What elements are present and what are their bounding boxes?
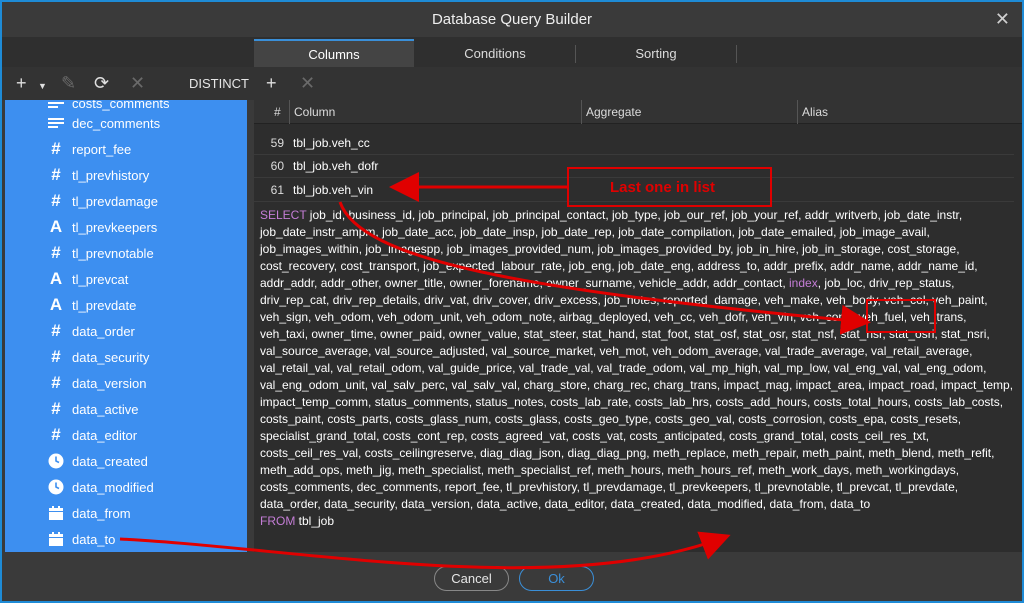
add-column-icon[interactable]: +	[266, 73, 277, 93]
window-title: Database Query Builder	[431, 11, 593, 28]
col-header-column[interactable]: Column	[294, 105, 335, 119]
field-label: tl_prevkeepers	[72, 219, 158, 235]
field-label: dec_comments	[72, 115, 161, 131]
field-label: data_order	[72, 323, 135, 339]
sql-select-keyword: SELECT	[260, 208, 307, 222]
field-label: tl_prevhistory	[72, 167, 150, 183]
hash-icon: #	[51, 165, 61, 184]
tab-conditions[interactable]: Conditions	[415, 39, 575, 67]
field-item[interactable]: # data_active	[5, 396, 247, 422]
ok-button[interactable]: Ok	[519, 566, 594, 591]
field-item[interactable]: # tl_prevdamage	[5, 188, 247, 214]
hash-icon: #	[51, 399, 61, 418]
close-icon[interactable]: ✕	[995, 9, 1010, 30]
hash-icon: #	[51, 191, 61, 210]
row-number: 60	[270, 159, 284, 173]
field-item[interactable]: A tl_prevkeepers	[5, 214, 247, 240]
field-item[interactable]: dec_comments	[5, 110, 247, 136]
field-item[interactable]: # data_editor	[5, 422, 247, 448]
annotation-highlight-box	[866, 299, 936, 333]
toolbar: + ▼ ✎ ⟳ ✕ DISTINCT + ✕	[2, 67, 1022, 100]
dialog-footer: Cancel Ok	[2, 554, 1022, 601]
field-label: tl_prevdate	[72, 297, 137, 313]
field-item[interactable]: # data_security	[5, 344, 247, 370]
header-divider	[581, 100, 582, 124]
tab-divider	[736, 45, 737, 63]
hash-icon: #	[51, 373, 61, 392]
field-item[interactable]: A tl_prevcat	[5, 266, 247, 292]
annotation-note: Last one in list	[610, 179, 716, 196]
remove-column-icon[interactable]: ✕	[300, 73, 315, 93]
add-icon[interactable]: +	[16, 73, 27, 93]
field-label: tl_prevdamage	[72, 193, 158, 209]
field-label: data_from	[72, 505, 131, 521]
field-label: costs_comments	[72, 100, 170, 111]
field-label: data_active	[72, 401, 139, 417]
field-label: data_to	[72, 531, 116, 547]
calendar-icon	[47, 530, 65, 548]
delete-x-icon[interactable]: ✕	[130, 73, 145, 93]
edit-pencil-icon[interactable]: ✎	[61, 73, 76, 93]
row-column: tbl_job.veh_vin	[293, 183, 374, 197]
sql-from-keyword: FROM	[260, 514, 296, 528]
field-label: data_editor	[72, 427, 138, 443]
field-label: tl_prevcat	[72, 271, 129, 287]
hash-icon: #	[51, 425, 61, 444]
field-item[interactable]: A tl_prevdate	[5, 292, 247, 318]
clock-icon	[47, 452, 65, 470]
field-label: data_security	[72, 349, 150, 365]
field-item[interactable]: data_modified	[5, 474, 247, 500]
cancel-button[interactable]: Cancel	[434, 566, 509, 591]
refresh-icon[interactable]: ⟳	[94, 73, 109, 93]
field-item[interactable]: # report_fee	[5, 136, 247, 162]
row-column: tbl_job.veh_cc	[293, 136, 370, 150]
field-item[interactable]: data_from	[5, 500, 247, 526]
field-item[interactable]: data_created	[5, 448, 247, 474]
text-a-icon: A	[49, 269, 63, 288]
row-number: 59	[270, 136, 284, 150]
table-row[interactable]: 59 tbl_job.veh_cc	[254, 132, 1022, 155]
dropdown-caret-icon[interactable]: ▼	[38, 76, 47, 96]
row-number: 61	[270, 183, 284, 197]
header-divider	[797, 100, 798, 124]
field-list: costs_comments dec_comments # report_fee…	[5, 100, 247, 552]
tab-sorting[interactable]: Sorting	[576, 39, 736, 67]
calendar-icon	[47, 504, 65, 522]
field-item[interactable]: # tl_prevnotable	[5, 240, 247, 266]
grid-header: # Column Aggregate Alias	[254, 100, 1022, 124]
field-item[interactable]: # data_version	[5, 370, 247, 396]
text-lines-icon	[47, 114, 65, 132]
sql-preview: SELECT job_id, business_id, job_principa…	[260, 207, 1016, 530]
col-header-alias[interactable]: Alias	[802, 105, 828, 119]
tab-bar: Columns Conditions Sorting	[2, 37, 1022, 67]
header-divider	[289, 100, 290, 124]
hash-icon: #	[51, 139, 61, 158]
field-item[interactable]: # data_order	[5, 318, 247, 344]
title-bar: Database Query Builder ✕	[2, 2, 1022, 37]
col-header-num: #	[274, 105, 281, 119]
field-label: tl_prevnotable	[72, 245, 154, 261]
text-a-icon: A	[49, 295, 63, 314]
hash-icon: #	[51, 243, 61, 262]
sql-from-table: tbl_job	[295, 514, 335, 528]
text-a-icon: A	[49, 217, 63, 236]
field-label: report_fee	[72, 141, 132, 157]
row-column: tbl_job.veh_dofr	[293, 159, 379, 173]
clock-icon	[47, 478, 65, 496]
field-item[interactable]: # tl_prevhistory	[5, 162, 247, 188]
field-label: data_version	[72, 375, 147, 391]
distinct-toggle[interactable]: DISTINCT	[189, 76, 249, 91]
hash-icon: #	[51, 347, 61, 366]
hash-icon: #	[51, 321, 61, 340]
sql-index-keyword: index	[789, 276, 818, 290]
col-header-aggregate[interactable]: Aggregate	[586, 105, 641, 119]
field-item[interactable]: data_to	[5, 526, 247, 552]
tab-columns[interactable]: Columns	[254, 39, 414, 67]
field-label: data_modified	[72, 479, 154, 495]
field-label: data_created	[72, 453, 148, 469]
